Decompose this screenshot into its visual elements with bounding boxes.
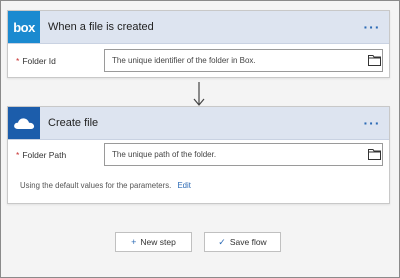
box-logo-text: box bbox=[13, 19, 35, 35]
folder-path-label-text: Folder Path bbox=[22, 150, 67, 160]
folder-id-row: * Folder Id bbox=[8, 49, 389, 77]
trigger-card: box When a file is created ··· * Folder I… bbox=[7, 10, 390, 78]
action-card: Create file ··· *Folder Path Using the d… bbox=[7, 106, 390, 204]
cloud-icon bbox=[14, 118, 35, 129]
required-marker: * bbox=[16, 150, 20, 160]
folder-path-row: * Folder Path bbox=[8, 143, 389, 171]
onedrive-logo-icon bbox=[8, 107, 40, 139]
save-flow-button[interactable]: ✓ Save flow bbox=[204, 232, 281, 252]
folder-path-input[interactable] bbox=[104, 143, 383, 166]
box-logo-icon: box bbox=[8, 11, 40, 43]
required-marker: * bbox=[16, 56, 20, 66]
action-card-header[interactable]: Create file ··· bbox=[8, 107, 389, 140]
trigger-card-header[interactable]: box When a file is created ··· bbox=[8, 11, 389, 44]
edit-parameters-link[interactable]: Edit bbox=[177, 181, 190, 190]
plus-icon: + bbox=[131, 237, 137, 247]
action-title: Create file bbox=[48, 117, 99, 129]
action-more-options-icon[interactable]: ··· bbox=[359, 116, 385, 130]
default-values-note: Using the default values for the paramet… bbox=[20, 181, 191, 190]
save-flow-label: Save flow bbox=[229, 237, 267, 247]
default-values-text: Using the default values for the paramet… bbox=[20, 181, 172, 190]
new-step-button[interactable]: + New step bbox=[115, 232, 192, 252]
checkmark-icon: ✓ bbox=[218, 236, 226, 247]
folder-browse-icon[interactable] bbox=[368, 54, 381, 66]
trigger-title: When a file is created bbox=[48, 21, 154, 33]
flow-arrow-icon bbox=[193, 82, 205, 106]
folder-id-input[interactable] bbox=[104, 49, 383, 72]
new-step-label: New step bbox=[140, 237, 176, 247]
folder-id-label: * Folder Id bbox=[16, 56, 56, 66]
folder-path-label: * Folder Path bbox=[16, 150, 66, 160]
folder-id-label-text: Folder Id bbox=[22, 56, 56, 66]
folder-browse-icon[interactable] bbox=[368, 148, 381, 160]
trigger-more-options-icon[interactable]: ··· bbox=[359, 20, 385, 34]
